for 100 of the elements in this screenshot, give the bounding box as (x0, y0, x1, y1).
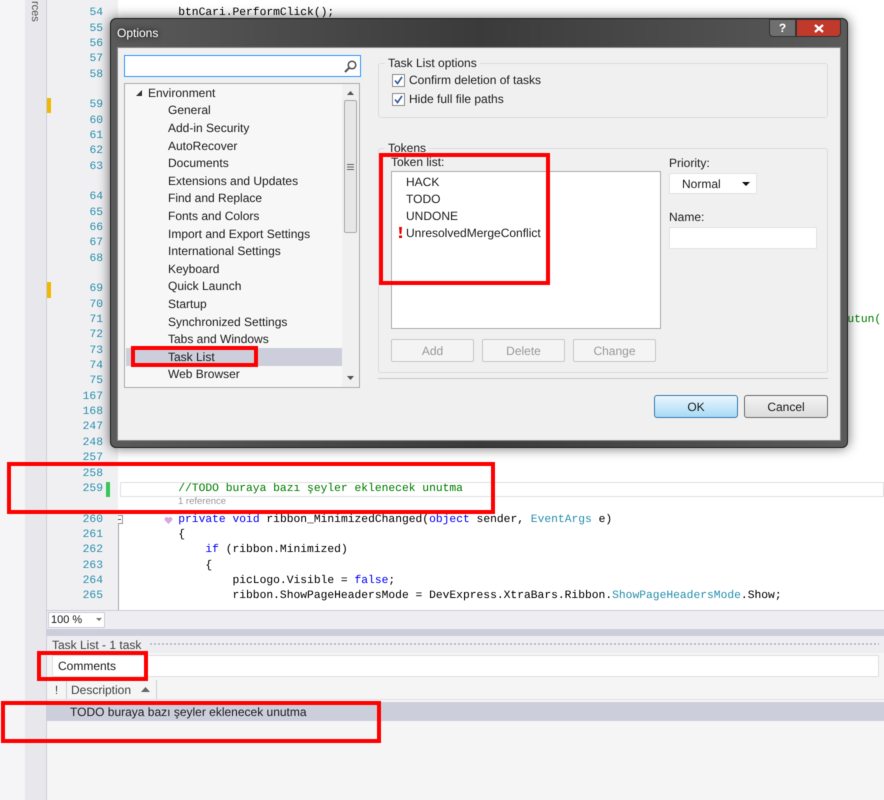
name-field[interactable] (669, 227, 817, 249)
line-number: 168 (82, 405, 103, 420)
code-line: { (177, 528, 186, 543)
line-number: 61 (88, 128, 103, 144)
field-label: Token list: (391, 155, 446, 170)
help-button[interactable]: ? (769, 19, 796, 37)
line-number: 261 (82, 528, 103, 543)
scrollbar[interactable] (342, 84, 359, 387)
line-number: 58 (88, 68, 103, 83)
priority-dropdown[interactable]: Normal (669, 173, 757, 194)
line-number: 265 (82, 589, 103, 604)
line-number: 66 (88, 221, 103, 236)
line-number: 259 (82, 482, 103, 497)
line-number: 69 (88, 282, 103, 298)
token-listbox[interactable]: HACK TODO UNDONE UnresolvedMergeConflict (391, 171, 661, 329)
tree-item[interactable]: Find and Replace (168, 191, 262, 206)
tree-item[interactable]: Keyboard (168, 262, 220, 276)
panel-title: Task List - 1 task (52, 636, 142, 654)
line-number: 70 (88, 298, 103, 313)
grip-icon (347, 164, 354, 170)
tree-item[interactable]: Fonts and Colors (168, 208, 260, 223)
code-line: picLogo.Visible = false; (231, 574, 396, 589)
window-title: Options (117, 25, 158, 42)
search-field[interactable] (124, 55, 361, 77)
line-number: 68 (88, 252, 103, 267)
line-number: 54 (88, 6, 103, 22)
column-header[interactable]: Description (67, 680, 157, 699)
group-title: Task List options (385, 55, 480, 71)
line-number: 258 (82, 466, 103, 482)
line-number: 263 (82, 558, 103, 574)
field-label: Name: (669, 210, 706, 224)
scroll-up-icon (347, 91, 354, 95)
tree-item[interactable]: AutoRecover (168, 138, 238, 153)
line-number: 71 (88, 313, 103, 328)
tree-item[interactable]: Tabs and Windows (168, 332, 269, 346)
line-number: 65 (88, 206, 103, 221)
code-line: private void ribbon_MinimizedChanged(object sender, EventArgs e) (124, 512, 612, 528)
tree-item[interactable]: Web Browser (168, 367, 240, 382)
line-number: 167 (82, 390, 103, 405)
tree-item[interactable]: Import and Export Settings (168, 226, 310, 241)
search-icon (344, 60, 357, 72)
line-number: 260 (82, 512, 103, 528)
line-number: 57 (88, 52, 103, 68)
tree-item[interactable]: Startup (168, 296, 207, 311)
checkbox[interactable] (392, 92, 405, 106)
sort-icon (141, 687, 150, 692)
line-number: 264 (82, 574, 103, 589)
line-number: 247 (82, 420, 103, 436)
checkbox[interactable] (392, 74, 405, 86)
code-line: if (ribbon.Minimized) (204, 543, 348, 558)
line-number: 74 (88, 359, 103, 374)
tree-item[interactable]: General (168, 103, 211, 118)
line-number: 59 (88, 98, 103, 114)
checkbox-label[interactable]: Hide full file paths (409, 90, 504, 108)
line-number: 63 (88, 160, 103, 175)
token-item[interactable]: UNDONE (405, 206, 458, 224)
line-number: 60 (88, 114, 103, 129)
column-header[interactable]: ! (47, 680, 67, 699)
line-number: 72 (88, 328, 103, 344)
expand-icon[interactable] (136, 90, 142, 96)
checkbox-label[interactable]: Confirm deletion of tasks (409, 71, 542, 89)
token-item[interactable]: TODO (405, 190, 440, 208)
line-number: 64 (88, 190, 103, 206)
tree-item[interactable]: Extensions and Updates (168, 174, 298, 188)
code-line: utun(' (847, 313, 884, 328)
line-number: 62 (88, 144, 103, 160)
tree-item[interactable]: International Settings (168, 244, 281, 258)
filter-dropdown[interactable]: Comments (52, 655, 879, 677)
close-icon (814, 24, 824, 32)
line-number: 257 (82, 451, 103, 466)
close-button[interactable] (796, 19, 841, 37)
code-line: btnCari.PerformClick(); (177, 6, 334, 22)
scroll-thumb[interactable] (344, 100, 357, 233)
zoom-dropdown[interactable]: 100 % (48, 612, 105, 628)
token-item[interactable]: HACK (405, 172, 440, 190)
line-number: 262 (82, 543, 103, 558)
task-row[interactable]: TODO buraya bazı şeyler eklenecek unutma (47, 702, 884, 721)
dialog-button[interactable]: Cancel (744, 395, 828, 418)
dialog-button[interactable]: OK (654, 395, 738, 418)
caret-icon (742, 182, 750, 186)
side-tab[interactable]: rces (28, 1, 42, 22)
tree-item[interactable]: Documents (168, 156, 229, 170)
code-line: //TODO buraya bazı şeyler eklenecek unutma (177, 482, 463, 497)
line-number: 248 (82, 436, 103, 451)
tree-item[interactable]: Add-in Security (168, 120, 250, 135)
tree-item[interactable]: Environment (148, 84, 216, 102)
line-number: 67 (88, 236, 103, 252)
line-number: 55 (88, 22, 103, 37)
field-label: Priority: (669, 156, 711, 170)
line-number: 75 (88, 374, 103, 390)
line-number: 73 (88, 344, 103, 359)
caret-icon (96, 618, 102, 622)
tree-item[interactable]: Task List (168, 350, 215, 364)
line-number: 56 (88, 36, 103, 52)
code-line: ribbon.ShowPageHeadersMode = DevExpress.XtraBars.Ribbon.ShowPageHeadersMode.Show; (231, 589, 782, 604)
tree-item[interactable]: Synchronized Settings (168, 314, 288, 329)
tree-item[interactable]: Quick Launch (168, 279, 242, 294)
scroll-down-icon (347, 376, 354, 380)
code-line: { (204, 558, 212, 574)
token-item[interactable]: UnresolvedMergeConflict (405, 224, 541, 242)
